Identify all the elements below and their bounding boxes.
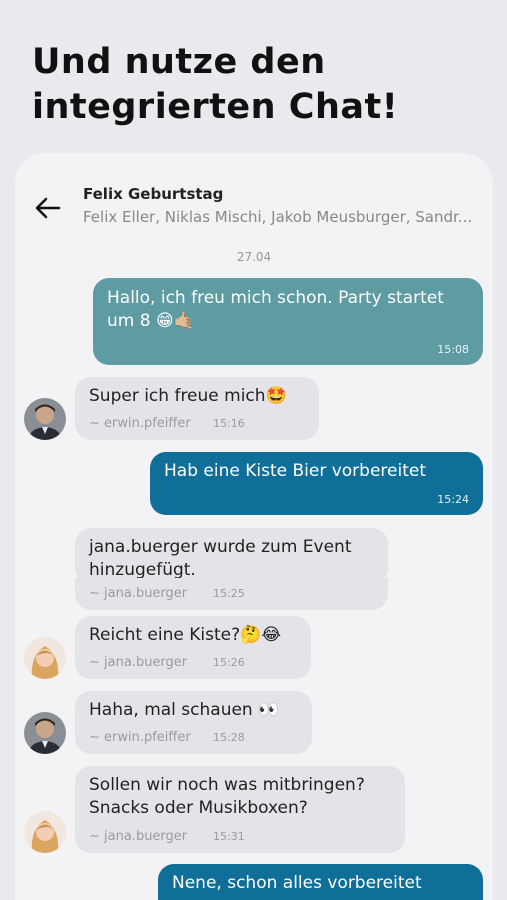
message-bubble-other-meta: ~ jana.buerger 15:25 — [75, 578, 388, 610]
message-text: Sollen wir noch was mitbringen? Snacks o… — [89, 775, 365, 818]
date-separator: 27.04 — [236, 250, 272, 264]
message-text: Nene, schon alles vorbereitet — [172, 873, 422, 893]
message-bubble-own[interactable]: Hallo, ich freu mich schon. Party starte… — [93, 278, 483, 365]
avatar[interactable] — [24, 712, 66, 754]
message-meta: ~ erwin.pfeiffer 15:28 — [89, 730, 245, 745]
chat-header: Felix Geburtstag Felix Eller, Niklas Mis… — [15, 153, 493, 243]
avatar[interactable] — [24, 811, 66, 853]
message-time: 15:16 — [213, 417, 245, 430]
arrow-left-icon — [35, 197, 61, 219]
message-bubble-other[interactable]: Sollen wir noch was mitbringen? Snacks o… — [75, 766, 405, 853]
message-author: ~ jana.buerger — [89, 655, 188, 670]
message-bubble-other[interactable]: Haha, mal schauen 👀 ~ erwin.pfeiffer 15:… — [75, 691, 312, 754]
message-text: Haha, mal schauen 👀 — [89, 700, 280, 720]
message-meta: ~ jana.buerger 15:26 — [89, 655, 245, 670]
message-author: ~ jana.buerger — [89, 586, 188, 601]
avatar-female — [24, 811, 66, 853]
message-meta: ~ jana.buerger 15:31 — [89, 829, 245, 844]
message-meta: ~ jana.buerger 15:25 — [89, 586, 245, 601]
message-time: 15:25 — [213, 587, 245, 600]
avatar[interactable] — [24, 637, 66, 679]
back-button[interactable] — [33, 193, 63, 223]
message-time: 15:28 — [213, 731, 245, 744]
message-author: ~ erwin.pfeiffer — [89, 416, 191, 431]
avatar-female — [24, 637, 66, 679]
headline-line-2: integrierten Chat! — [32, 87, 399, 127]
avatar-male — [24, 712, 66, 754]
message-time: 15:31 — [213, 830, 245, 843]
message-bubble-other[interactable]: jana.buerger wurde zum Event hinzugefügt… — [75, 528, 388, 584]
chat-title[interactable]: Felix Geburtstag — [83, 185, 223, 203]
headline-line-1: Und nutze den — [32, 42, 326, 82]
chat-members[interactable]: Felix Eller, Niklas Mischi, Jakob Meusbu… — [83, 208, 491, 226]
headline: Und nutze den integrierten Chat! — [32, 40, 492, 130]
message-time: 15:26 — [213, 656, 245, 669]
message-text: jana.buerger wurde zum Event hinzugefügt… — [89, 537, 352, 580]
message-text: Reicht eine Kiste?🤔😂 — [89, 625, 282, 645]
avatar-male — [24, 398, 66, 440]
chat-screen: Felix Geburtstag Felix Eller, Niklas Mis… — [15, 153, 493, 900]
message-bubble-other[interactable]: Super ich freue mich🤩 ~ erwin.pfeiffer 1… — [75, 377, 319, 440]
message-bubble-other[interactable]: Reicht eine Kiste?🤔😂 ~ jana.buerger 15:2… — [75, 616, 311, 679]
message-time: 15:08 — [437, 343, 469, 356]
message-time: 15:24 — [437, 493, 469, 506]
message-author: ~ jana.buerger — [89, 829, 188, 844]
message-text: Super ich freue mich🤩 — [89, 386, 287, 406]
message-bubble-own[interactable]: Nene, schon alles vorbereitet — [158, 864, 483, 900]
message-meta: ~ erwin.pfeiffer 15:16 — [89, 416, 245, 431]
message-bubble-own[interactable]: Hab eine Kiste Bier vorbereitet 15:24 — [150, 452, 483, 515]
message-author: ~ erwin.pfeiffer — [89, 730, 191, 745]
avatar[interactable] — [24, 398, 66, 440]
message-text: Hab eine Kiste Bier vorbereitet — [164, 461, 426, 481]
message-text: Hallo, ich freu mich schon. Party starte… — [107, 288, 444, 331]
